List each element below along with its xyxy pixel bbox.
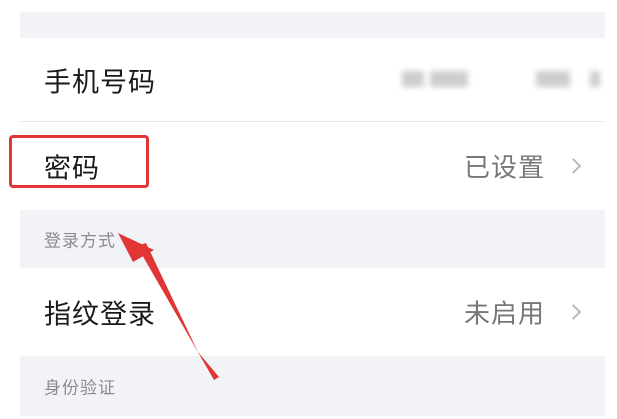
fingerprint-login-label: 指纹登录 (44, 299, 156, 331)
fingerprint-login-row[interactable]: 指纹登录 未启用 (20, 268, 605, 356)
masked-phone-number (402, 71, 602, 95)
section-login-methods: 登录方式 (20, 210, 605, 268)
account-security-screen: 手机号码 密码 已设置 登录方式 指纹登录 未启用 身份验证 (0, 0, 617, 419)
password-status: 已设置 (463, 153, 545, 184)
section-spacer-top (20, 12, 605, 38)
chevron-right-icon (565, 158, 582, 174)
annotation-highlight-box (9, 135, 149, 188)
section-title-identity-verification: 身份验证 (44, 378, 116, 399)
section-identity-verification: 身份验证 (20, 356, 605, 416)
phone-number-row[interactable]: 手机号码 (20, 38, 605, 121)
phone-number-label: 手机号码 (44, 67, 156, 98)
chevron-right-icon (565, 304, 582, 320)
section-title-login-methods: 登录方式 (44, 231, 116, 252)
fingerprint-login-status: 未启用 (463, 299, 545, 330)
